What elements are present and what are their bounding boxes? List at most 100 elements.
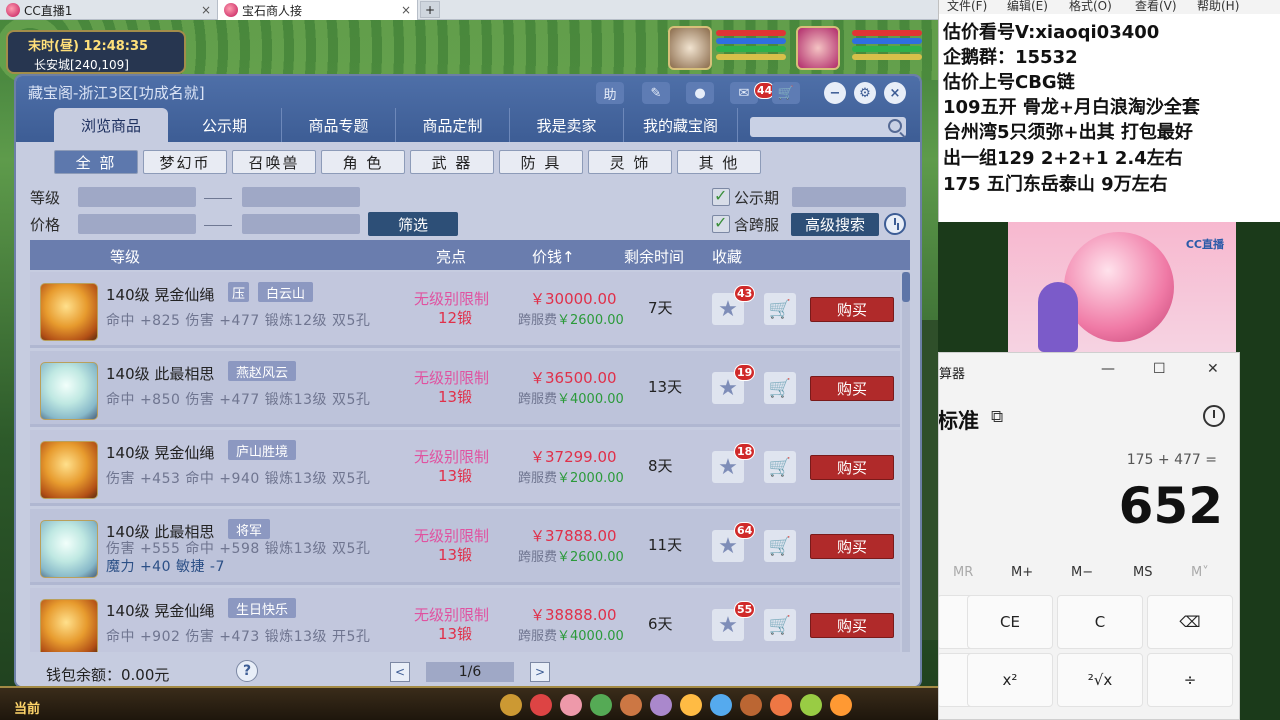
memory-recall-button[interactable]: MR — [953, 565, 973, 580]
pet-portrait[interactable] — [668, 26, 712, 70]
browser-tab-cc-live[interactable]: CC直播1 × — [0, 0, 218, 20]
prev-page-button[interactable]: < — [390, 662, 410, 682]
calculator-mode[interactable]: 标准 — [939, 405, 979, 435]
buy-button[interactable]: 购买 — [810, 376, 894, 401]
tab-custom[interactable]: 商品定制 — [396, 108, 510, 142]
category-weapon[interactable]: 武 器 — [410, 150, 494, 174]
record-icon[interactable]: ● — [686, 82, 714, 104]
page-indicator[interactable]: 1/6 — [426, 662, 514, 682]
close-tab-icon[interactable]: × — [201, 3, 211, 17]
menu-format[interactable]: 格式(O) — [1069, 0, 1112, 14]
publicity-select[interactable] — [792, 187, 906, 207]
minimize-icon[interactable]: — — [1101, 361, 1115, 377]
level-min-input[interactable] — [78, 187, 196, 207]
activity-icon[interactable] — [830, 694, 852, 716]
category-currency[interactable]: 梦幻币 — [143, 150, 227, 174]
key-ce[interactable]: CE — [967, 595, 1053, 649]
list-scrollbar[interactable] — [902, 272, 910, 652]
cc-live-banner[interactable]: CC直播 — [1008, 222, 1236, 352]
task-icon[interactable] — [740, 694, 762, 716]
mail-icon[interactable] — [680, 694, 702, 716]
table-row[interactable]: 140级 晃金仙绳 庐山胜境 伤害 +453 命中 +940 锻炼13级 双5孔… — [30, 430, 900, 506]
buy-button[interactable]: 购买 — [810, 613, 894, 638]
memory-store-button[interactable]: MS — [1133, 565, 1152, 580]
shop-icon[interactable] — [770, 694, 792, 716]
col-remaining[interactable]: 剩余时间 — [624, 246, 684, 267]
bag-icon[interactable] — [620, 694, 642, 716]
col-level[interactable]: 等级 — [110, 246, 140, 267]
price-max-input[interactable] — [242, 214, 360, 234]
minimize-icon[interactable]: − — [824, 82, 846, 104]
tab-publicity[interactable]: 公示期 — [168, 108, 282, 142]
pin-icon[interactable]: ✎ — [642, 82, 670, 104]
gift-icon[interactable] — [560, 694, 582, 716]
menu-help[interactable]: 帮助(H) — [1197, 0, 1239, 14]
item-thumbnail[interactable] — [40, 520, 98, 578]
item-thumbnail[interactable] — [40, 283, 98, 341]
history-icon[interactable] — [1203, 405, 1225, 427]
system-icon[interactable] — [800, 694, 822, 716]
add-to-cart-icon[interactable]: 🛒 — [764, 609, 796, 641]
maximize-icon[interactable]: ☐ — [1153, 361, 1166, 377]
level-max-input[interactable] — [242, 187, 360, 207]
scrollbar-thumb[interactable] — [902, 272, 910, 302]
category-accessory[interactable]: 灵 饰 — [588, 150, 672, 174]
guild-icon[interactable] — [710, 694, 732, 716]
buy-button[interactable]: 购买 — [810, 455, 894, 480]
item-thumbnail[interactable] — [40, 599, 98, 652]
character-portrait[interactable] — [796, 26, 840, 70]
item-thumbnail[interactable] — [40, 441, 98, 499]
close-tab-icon[interactable]: × — [401, 3, 411, 17]
category-other[interactable]: 其 他 — [677, 150, 761, 174]
add-to-cart-icon[interactable]: 🛒 — [764, 293, 796, 325]
table-row[interactable]: 140级 晃金仙绳 压 白云山 命中 +825 伤害 +477 锻炼12级 双5… — [30, 272, 900, 348]
browser-tab-gem-merchant[interactable]: 宝石商人接 × — [218, 0, 418, 20]
category-all[interactable]: 全 部 — [54, 150, 138, 174]
cross-server-checkbox[interactable] — [712, 213, 730, 233]
key-divide[interactable]: ÷ — [1147, 653, 1233, 707]
key-sqrt[interactable]: ²√x — [1057, 653, 1143, 707]
keep-on-top-icon[interactable]: ⧉ — [991, 407, 1003, 427]
item-thumbnail[interactable] — [40, 362, 98, 420]
key-square[interactable]: x² — [967, 653, 1053, 707]
table-row[interactable]: 140级 此最相思 燕赵风云 命中 +850 伤害 +477 锻炼13级 双5孔… — [30, 351, 900, 427]
next-page-button[interactable]: > — [530, 662, 550, 682]
chat-channel[interactable]: 当前 — [14, 698, 40, 717]
backspace-icon[interactable]: ⌫ — [1147, 595, 1233, 649]
add-to-cart-icon[interactable]: 🛒 — [764, 372, 796, 404]
memory-subtract-button[interactable]: M− — [1071, 565, 1093, 580]
close-icon[interactable]: × — [884, 82, 906, 104]
menu-file[interactable]: 文件(F) — [947, 0, 987, 14]
menu-view[interactable]: 查看(V) — [1135, 0, 1177, 14]
tab-seller[interactable]: 我是卖家 — [510, 108, 624, 142]
price-min-input[interactable] — [78, 214, 196, 234]
publicity-checkbox[interactable] — [712, 186, 730, 206]
key-clear[interactable]: C — [1057, 595, 1143, 649]
menu-edit[interactable]: 编辑(E) — [1007, 0, 1048, 14]
help-button[interactable]: 助 — [596, 82, 624, 104]
team-icon[interactable] — [590, 694, 612, 716]
search-icon[interactable] — [888, 119, 902, 133]
tab-browse[interactable]: 浏览商品 — [54, 108, 168, 142]
skill-icon[interactable] — [500, 694, 522, 716]
cart-icon[interactable]: 🛒 — [772, 82, 800, 104]
add-to-cart-icon[interactable]: 🛒 — [764, 530, 796, 562]
category-character[interactable]: 角 色 — [321, 150, 405, 174]
advanced-search-button[interactable]: 高级搜索 — [791, 213, 879, 236]
table-row[interactable]: 140级 晃金仙绳 生日快乐 命中 +902 伤害 +473 锻炼13级 开5孔… — [30, 588, 900, 652]
help-icon[interactable]: ? — [236, 660, 258, 682]
category-summon[interactable]: 召唤兽 — [232, 150, 316, 174]
friend-icon[interactable] — [650, 694, 672, 716]
add-to-cart-icon[interactable]: 🛒 — [764, 451, 796, 483]
filter-button[interactable]: 筛选 — [368, 212, 458, 236]
item-icon[interactable] — [530, 694, 552, 716]
memory-add-button[interactable]: M+ — [1011, 565, 1033, 580]
tab-my-pavilion[interactable]: 我的藏宝阁 — [624, 108, 738, 142]
tab-topics[interactable]: 商品专题 — [282, 108, 396, 142]
buy-button[interactable]: 购买 — [810, 297, 894, 322]
clock-icon[interactable] — [884, 213, 906, 235]
col-price-sort[interactable]: 价钱↑ — [532, 246, 575, 267]
search-input[interactable] — [750, 117, 906, 137]
close-icon[interactable]: ✕ — [1207, 361, 1219, 377]
memory-list-button[interactable]: M˅ — [1191, 565, 1209, 580]
